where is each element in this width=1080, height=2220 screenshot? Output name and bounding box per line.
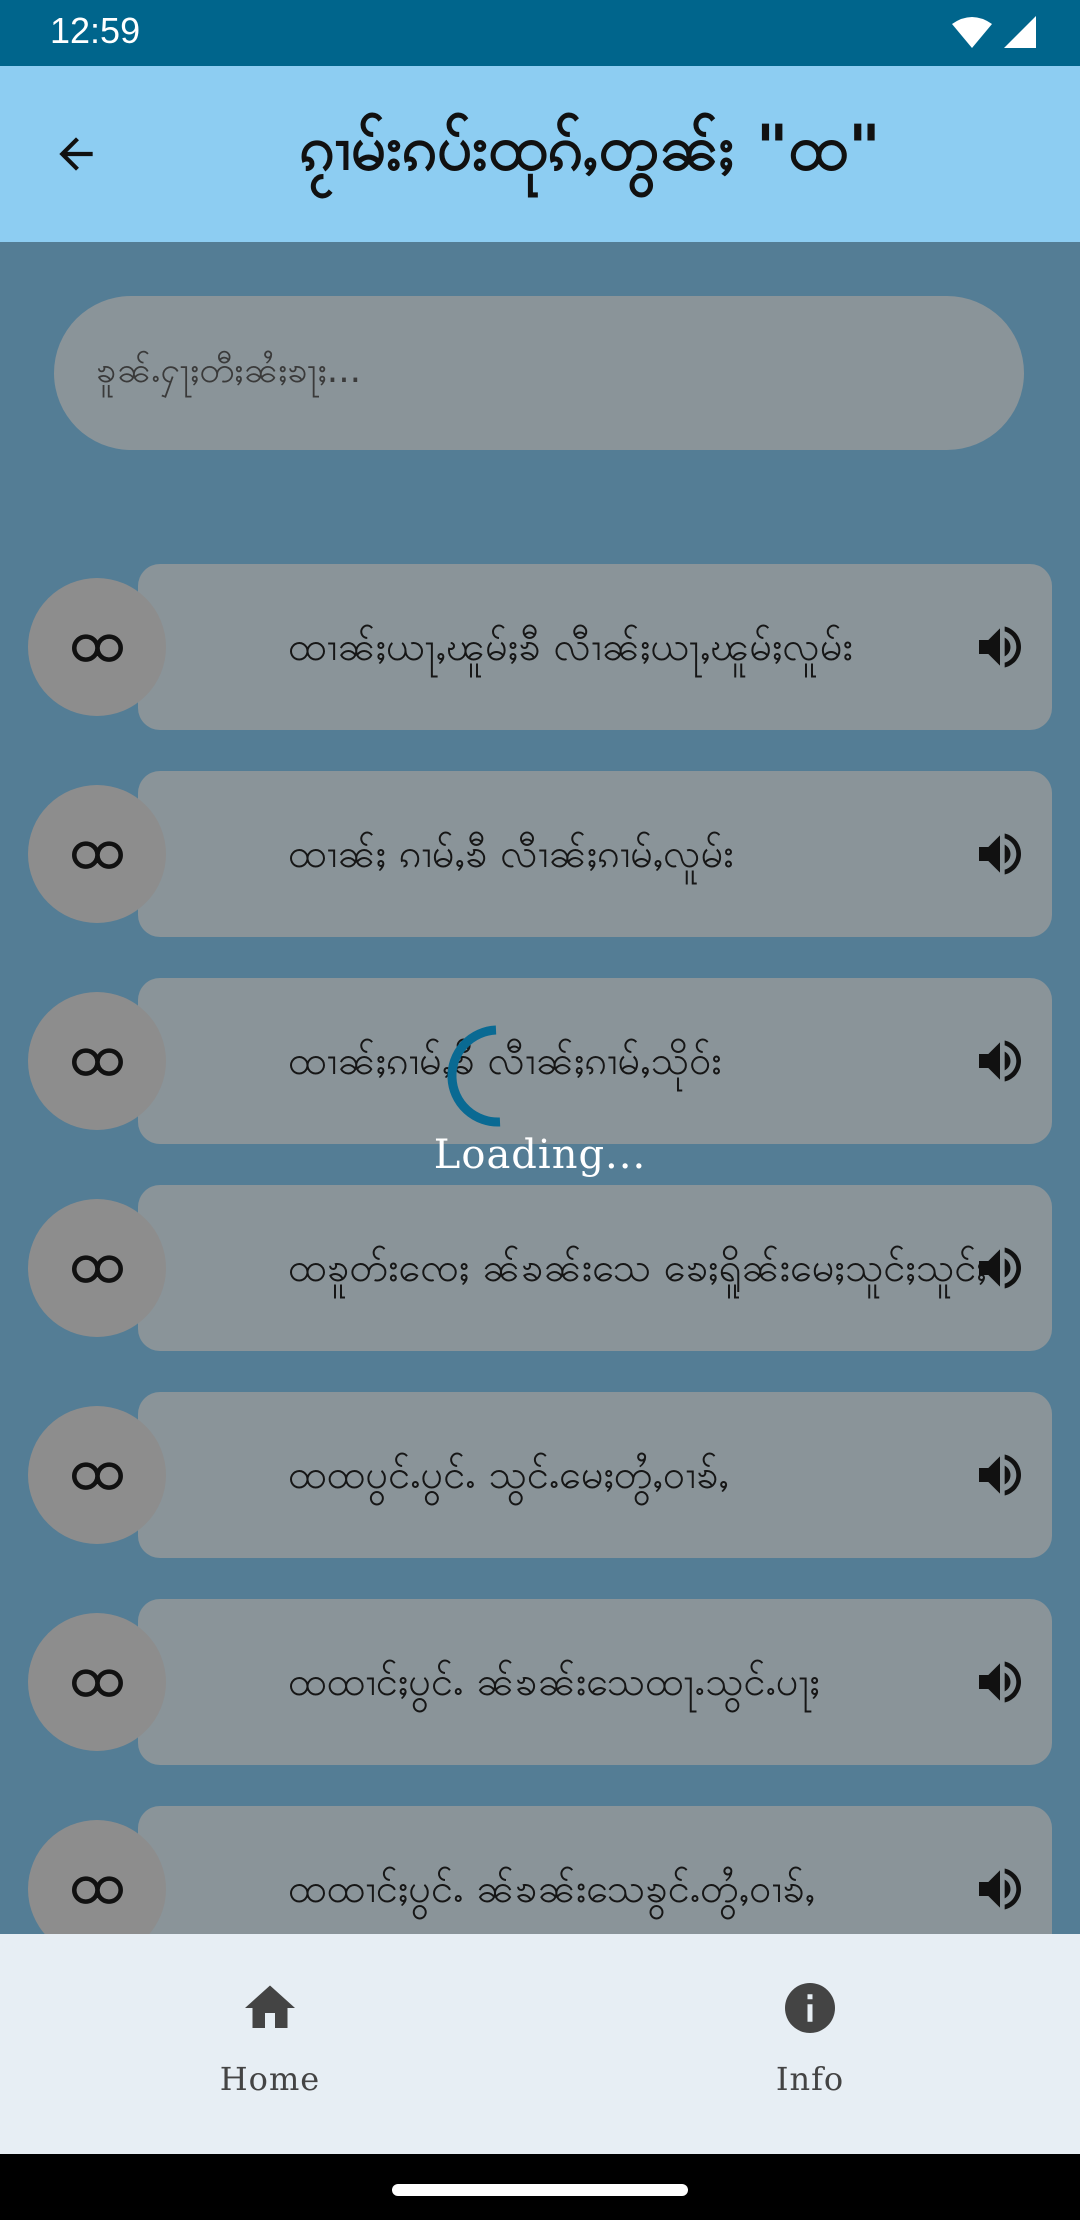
loading-text: Loading... xyxy=(433,1132,647,1178)
loading-overlay: Loading... xyxy=(0,1020,1080,1190)
volume-up-icon[interactable] xyxy=(972,826,1028,882)
page-title: ၵႂၢမ်းၵပ်းထုၵ်ႇတွၼ်ႈ "ထ" xyxy=(299,110,881,184)
item-text: ထၶူတ်းၸေႈ ၼ်ၶၼ်းသေ ၶေႈရိူၼ်းမေႈသူင်ႈသူင်… xyxy=(288,1245,987,1291)
list-item[interactable]: ထၶူတ်းၸေႈ ၼ်ၶၼ်းသေ ၶေႈရိူၼ်းမေႈသူင်ႈသူင်… xyxy=(28,1185,1052,1351)
list-item[interactable]: ထထပွင်ႉပွင်ႉ သွင်ႉမေႈတွႆႇဝၢၶ်ႇ ထ xyxy=(28,1392,1052,1558)
volume-up-icon[interactable] xyxy=(972,1654,1028,1710)
item-text: ထထၢင်ႈပွင်ႉ ၼ်ၶၼ်းသေၶွင်ႉတွႆႇဝၢၶ်ႇ xyxy=(288,1866,815,1912)
volume-up-icon[interactable] xyxy=(972,619,1028,675)
item-text: ထထပွင်ႉပွင်ႉ သွင်ႉမေႈတွႆႇဝၢၶ်ႇ xyxy=(288,1452,729,1498)
item-card[interactable]: ထထၢင်ႈပွင်ႉ ၼ်ၶၼ်းသေထႃႉသွင်ႉပႃႈ xyxy=(138,1599,1052,1765)
search-input[interactable]: ၶူၼ်ႉႁႃႈတီႈၼႆႈၶႃႈ... xyxy=(54,296,1024,450)
item-card[interactable]: ထထပွင်ႉပွင်ႉ သွင်ႉမေႈတွႆႇဝၢၶ်ႇ xyxy=(138,1392,1052,1558)
item-card[interactable]: ထထၢင်ႈပွင်ႉ ၼ်ၶၼ်းသေၶွင်ႉတွႆႇဝၢၶ်ႇ xyxy=(138,1806,1052,1934)
arrow-left-icon xyxy=(59,137,93,171)
letter-badge: ထ xyxy=(28,1199,166,1337)
item-card[interactable]: ထၶူတ်းၸေႈ ၼ်ၶၼ်းသေ ၶေႈရိူၼ်းမေႈသူင်ႈသူင်… xyxy=(138,1185,1052,1351)
wifi-icon xyxy=(952,17,992,48)
volume-up-icon[interactable] xyxy=(972,1240,1028,1296)
list-item[interactable]: ထထၢင်ႈပွင်ႉ ၼ်ၶၼ်းသေထႃႉသွင်ႉပႃႈ ထ xyxy=(28,1599,1052,1765)
nav-home-label: Home xyxy=(219,2060,321,2098)
bottom-navigation: Home Info xyxy=(0,1934,1080,2154)
nav-info[interactable]: Info xyxy=(540,1934,1080,2154)
loading-spinner-icon xyxy=(447,1025,501,1127)
back-button[interactable] xyxy=(40,118,112,190)
volume-up-icon[interactable] xyxy=(972,1861,1028,1917)
item-text: ထၢၼ်ႈယႃႇၽူမ်ႈၶီ လီၢၼ်ႈယႃႇၽူမ်ႈလူမ်း xyxy=(288,624,853,670)
item-text: ထထၢင်ႈပွင်ႉ ၼ်ၶၼ်းသေထႃႉသွင်ႉပႃႈ xyxy=(288,1659,820,1705)
signal-icon xyxy=(1004,16,1036,48)
item-text: ထၢၼ်ႈ ၵၢမ်ႇၶီ လီၢၼ်ႈၵၢမ်ႇလူမ်း xyxy=(288,831,734,877)
gesture-handle[interactable] xyxy=(392,2184,688,2196)
letter-badge: ထ xyxy=(28,785,166,923)
list-item[interactable]: ထထၢင်ႈပွင်ႉ ၼ်ၶၼ်းသေၶွင်ႉတွႆႇဝၢၶ်ႇ ထ xyxy=(28,1806,1052,1934)
nav-info-label: Info xyxy=(775,2060,845,2098)
list-item[interactable]: ထၢၼ်ႈယႃႇၽူမ်ႈၶီ လီၢၼ်ႈယႃႇၽူမ်ႈလူမ်း ထ xyxy=(28,564,1052,730)
list-item[interactable]: ထၢၼ်ႈ ၵၢမ်ႇၶီ လီၢၼ်ႈၵၢမ်ႇလူမ်း ထ xyxy=(28,771,1052,937)
info-icon xyxy=(785,1983,835,2033)
status-bar: 12:59 xyxy=(0,0,1080,66)
system-gesture-area xyxy=(0,2154,1080,2220)
nav-home[interactable]: Home xyxy=(0,1934,540,2154)
status-icons xyxy=(952,16,1036,48)
letter-badge: ထ xyxy=(28,1613,166,1751)
home-icon xyxy=(245,1985,295,2028)
letter-badge: ထ xyxy=(28,578,166,716)
volume-up-icon[interactable] xyxy=(972,1447,1028,1503)
item-card[interactable]: ထၢၼ်ႈ ၵၢမ်ႇၶီ လီၢၼ်ႈၵၢမ်ႇလူမ်း xyxy=(138,771,1052,937)
item-card[interactable]: ထၢၼ်ႈယႃႇၽူမ်ႈၶီ လီၢၼ်ႈယႃႇၽူမ်ႈလူမ်း xyxy=(138,564,1052,730)
letter-badge: ထ xyxy=(28,1406,166,1544)
app-bar: ၵႂၢမ်းၵပ်းထုၵ်ႇတွၼ်ႈ "ထ" xyxy=(0,66,1080,242)
status-time: 12:59 xyxy=(50,10,141,51)
